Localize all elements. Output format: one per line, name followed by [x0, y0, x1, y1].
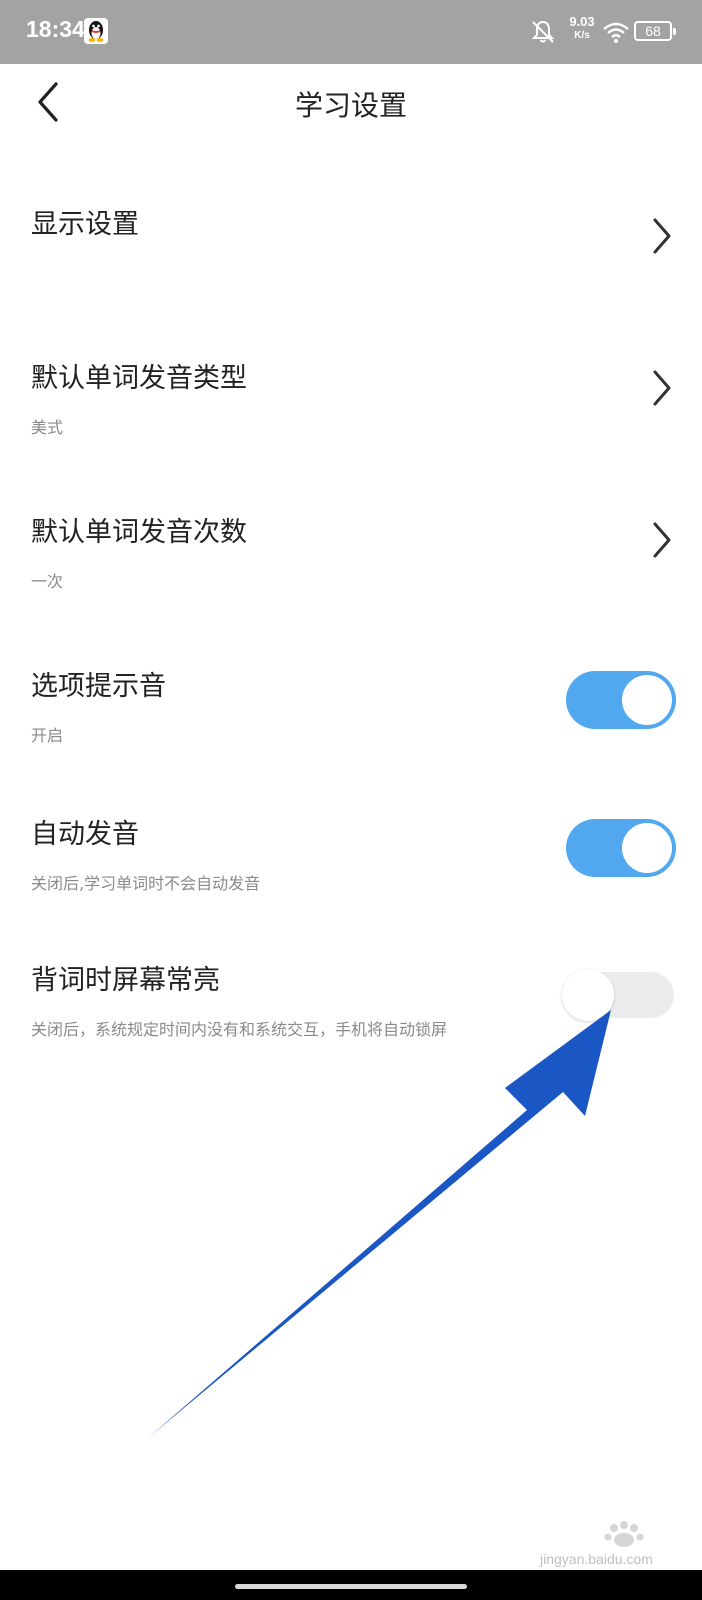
- toggle-knob: [622, 675, 672, 725]
- setting-title: 选项提示音: [31, 671, 166, 702]
- chevron-right-icon: [653, 370, 671, 406]
- setting-row-pronunciation-type[interactable]: 默认单词发音类型 美式: [0, 350, 702, 450]
- setting-title: 默认单词发音类型: [31, 363, 247, 394]
- toggle-knob: [622, 823, 672, 873]
- watermark-url: jingyan.baidu.com: [540, 1551, 653, 1567]
- page-title: 学习设置: [294, 89, 407, 122]
- chevron-right-icon: [653, 218, 671, 254]
- setting-row-option-sound: 选项提示音 开启: [0, 658, 702, 758]
- option-sound-toggle[interactable]: [566, 671, 676, 729]
- keep-screen-on-toggle[interactable]: [562, 969, 674, 1021]
- setting-row-keep-screen-on: 背词时屏幕常亮 关闭后，系统规定时间内没有和系统交互，手机将自动锁屏: [0, 952, 702, 1052]
- setting-title: 背词时屏幕常亮: [31, 965, 220, 996]
- home-indicator[interactable]: [235, 1584, 467, 1589]
- battery-icon: 68: [634, 21, 676, 41]
- status-bar: 18:34 9.03 K/s 68: [0, 0, 702, 64]
- setting-title: 默认单词发音次数: [31, 517, 247, 548]
- setting-value: 开启: [31, 726, 64, 745]
- setting-row-auto-pronounce: 自动发音 关闭后,学习单词时不会自动发音: [0, 806, 702, 906]
- network-speed-value: 9.03: [569, 14, 595, 29]
- setting-value: 一次: [31, 572, 64, 591]
- setting-description: 关闭后，系统规定时间内没有和系统交互，手机将自动锁屏: [31, 1020, 448, 1039]
- auto-pronounce-toggle[interactable]: [566, 819, 676, 877]
- setting-row-display[interactable]: 显示设置: [0, 196, 702, 316]
- setting-value: 美式: [31, 418, 64, 437]
- setting-title: 自动发音: [31, 819, 139, 850]
- wifi-icon: [603, 22, 629, 43]
- toggle-knob: [562, 969, 614, 1021]
- setting-row-pronunciation-count[interactable]: 默认单词发音次数 一次: [0, 504, 702, 604]
- network-speed: 9.03 K/s: [564, 15, 600, 43]
- network-speed-unit: K/s: [574, 30, 590, 41]
- gesture-bar: [0, 1570, 702, 1600]
- status-time: 18:34: [26, 16, 85, 42]
- qq-penguin-icon: [84, 18, 108, 44]
- mute-bell-icon: [531, 20, 555, 43]
- battery-level: 68: [645, 23, 661, 39]
- setting-title: 显示设置: [31, 209, 139, 240]
- setting-description: 关闭后,学习单词时不会自动发音: [31, 874, 261, 893]
- chevron-right-icon: [653, 522, 671, 558]
- nav-bar: 学习设置: [0, 64, 702, 142]
